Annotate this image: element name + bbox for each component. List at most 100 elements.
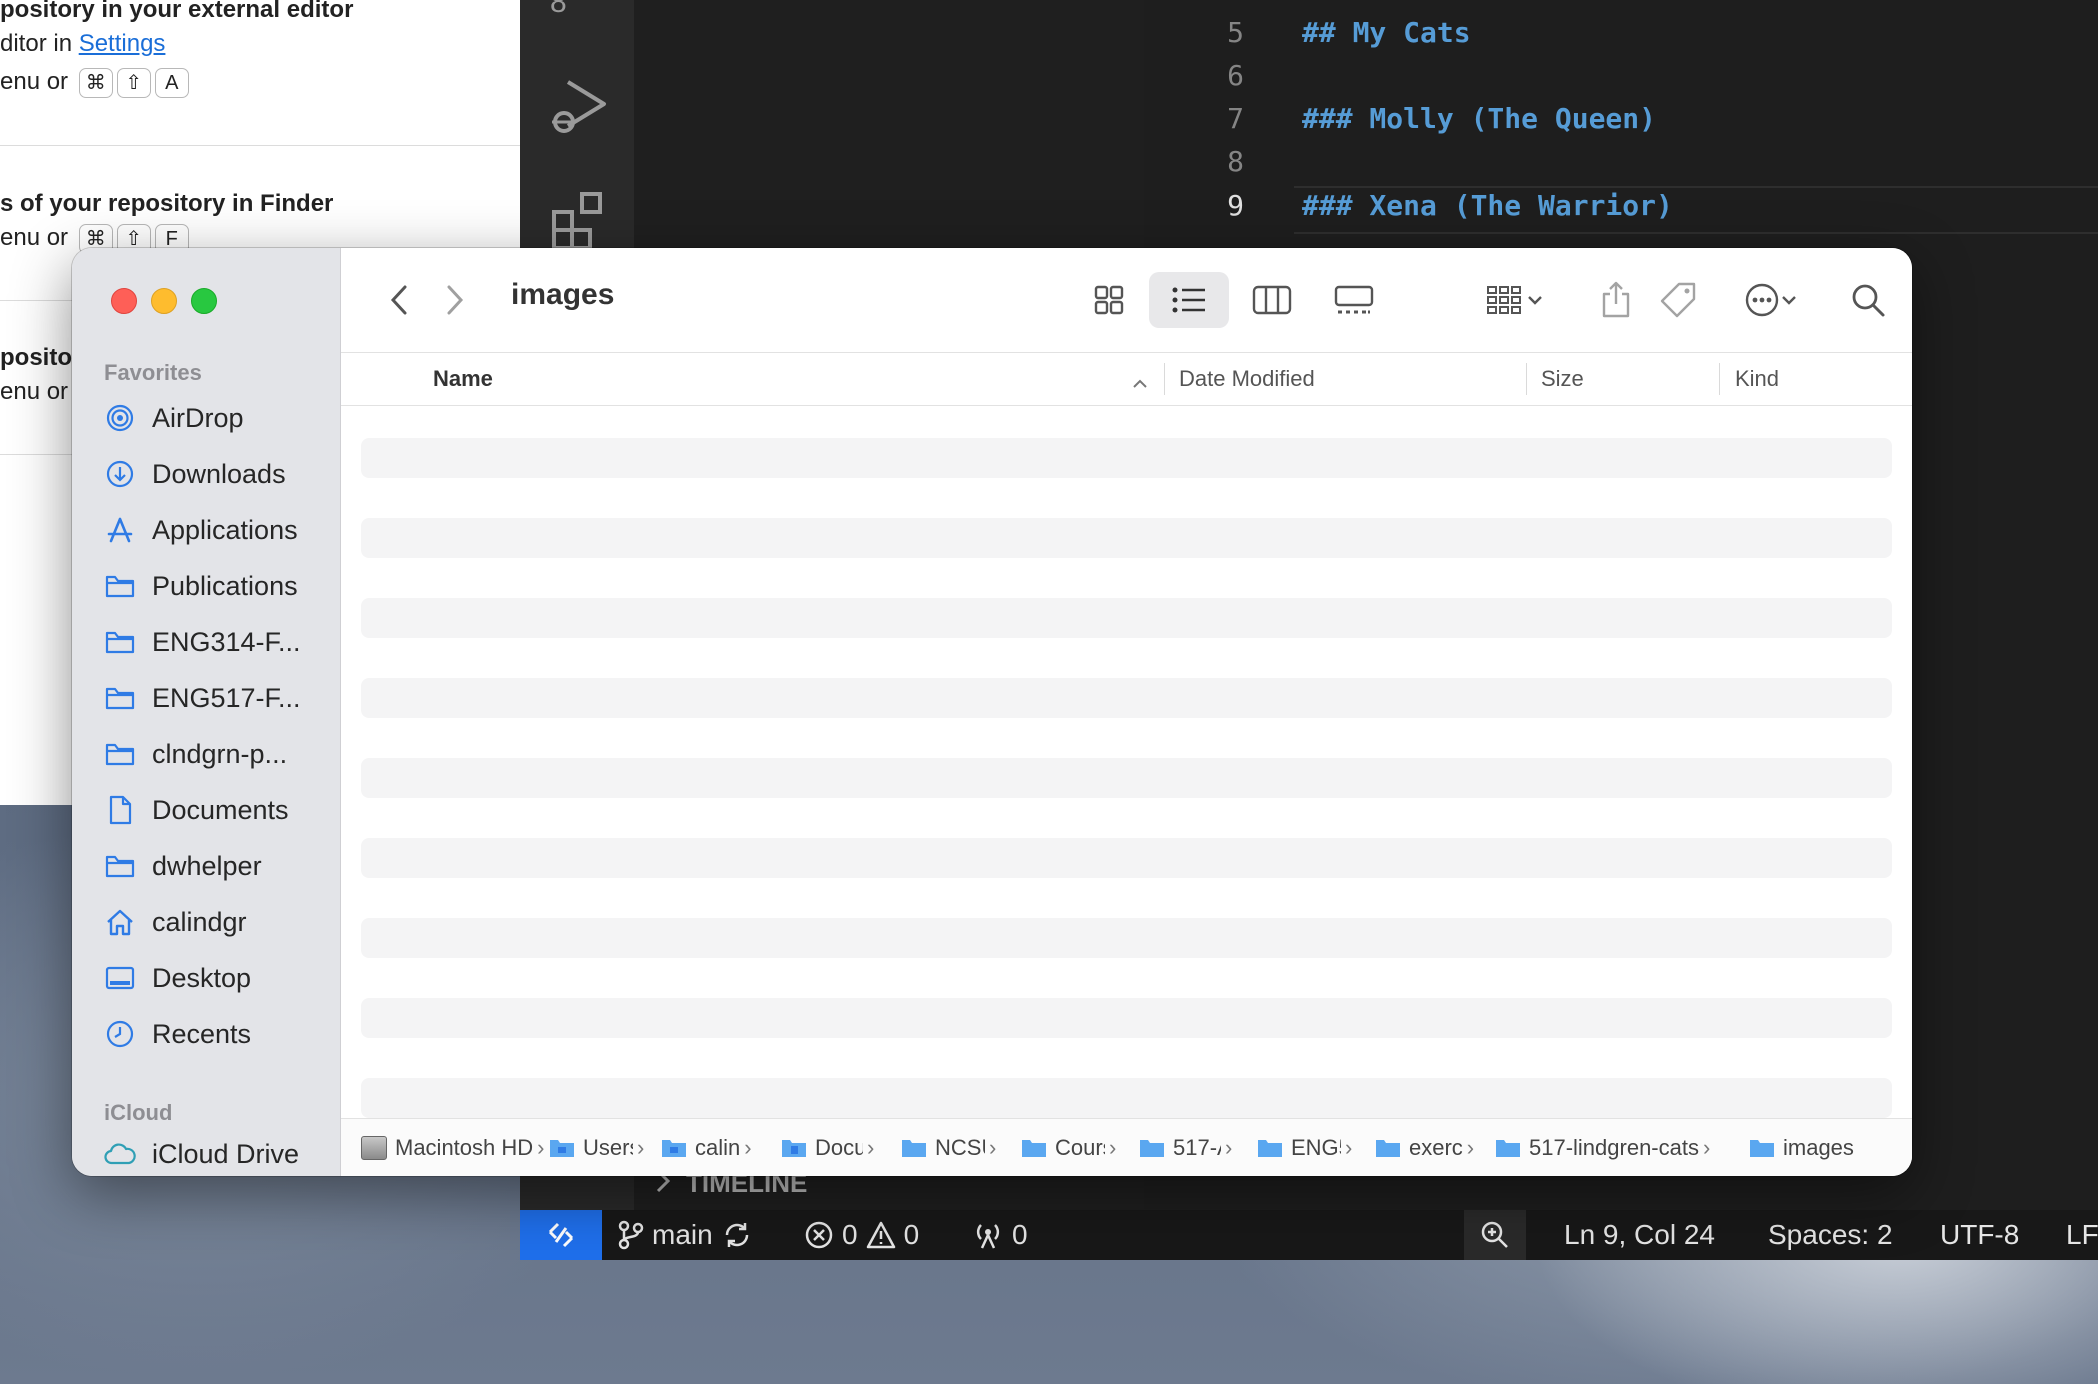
shortcut-prefix: enu or [0, 224, 69, 251]
zoom-button[interactable] [191, 288, 217, 314]
path-item-user-home[interactable]: calin › [661, 1119, 761, 1176]
close-button[interactable] [111, 288, 137, 314]
path-item-eng5[interactable]: ENG5› [1257, 1119, 1361, 1176]
path-item-label: NCSU [935, 1135, 985, 1160]
column-divider[interactable] [1719, 363, 1720, 395]
path-item-exercises[interactable]: exerc › [1375, 1119, 1483, 1176]
encoding[interactable]: UTF-8 [1940, 1210, 2019, 1260]
column-header-size[interactable]: Size [1541, 353, 1584, 405]
indentation[interactable]: Spaces: 2 [1768, 1210, 1893, 1260]
line-ending[interactable]: LF [2066, 1210, 2098, 1260]
gallery-view-button[interactable] [1323, 272, 1385, 328]
column-divider[interactable] [1526, 363, 1527, 395]
sidebar-item-label: iCloud Drive [152, 1138, 300, 1169]
tags-button[interactable] [1651, 272, 1705, 328]
sidebar-item-publications[interactable]: Publications [104, 560, 334, 612]
ports-count: 0 [1012, 1219, 1028, 1250]
path-item-documents[interactable]: Docu › [781, 1119, 885, 1176]
folder-icon [1375, 1138, 1401, 1158]
sidebar-item-clndgrn[interactable]: clndgrn-p... [104, 728, 334, 780]
error-icon [805, 1221, 833, 1249]
sidebar-item-icloud-drive[interactable]: iCloud Drive [104, 1128, 334, 1176]
list-row-stripe [361, 518, 1892, 558]
folder-icon [1139, 1138, 1165, 1158]
path-item-macintosh-hd[interactable]: Macintosh HD › [361, 1119, 544, 1176]
share-button[interactable] [1591, 272, 1641, 328]
folder-icon [104, 850, 136, 882]
path-item-label: exerc [1409, 1135, 1463, 1160]
forward-button[interactable] [435, 272, 475, 328]
sidebar-item-applications[interactable]: Applications [104, 504, 334, 556]
sidebar-item-documents[interactable]: Documents [104, 784, 334, 836]
line-number: 7 [1227, 102, 1244, 135]
sidebar-item-downloads[interactable]: Downloads [104, 448, 334, 500]
problems-indicator[interactable]: 0 0 [804, 1210, 919, 1260]
settings-link[interactable]: Settings [79, 30, 166, 57]
column-view-button[interactable] [1241, 272, 1303, 328]
run-debug-icon[interactable] [548, 74, 612, 143]
back-button[interactable] [379, 272, 419, 328]
list-row-stripe [361, 998, 1892, 1038]
path-item-label: 517-lindgren-cats [1529, 1135, 1699, 1160]
remote-indicator[interactable] [520, 1210, 602, 1260]
sort-ascending-icon[interactable] [1131, 371, 1149, 397]
chevron-right-icon: › [744, 1135, 752, 1160]
search-button[interactable] [1841, 272, 1895, 328]
column-divider[interactable] [1164, 363, 1165, 395]
path-item-label: Cours [1055, 1135, 1105, 1160]
columns-icon [1252, 285, 1292, 315]
line-number: 8 [1227, 145, 1244, 178]
path-item-517-lindgren-cats[interactable]: 517-lindgren-cats › [1495, 1119, 1710, 1176]
sidebar-item-eng517[interactable]: ENG517-F... [104, 672, 334, 724]
path-item-517-a[interactable]: 517-A› [1139, 1119, 1243, 1176]
column-header-kind[interactable]: Kind [1735, 353, 1779, 405]
sidebar-item-calindgr[interactable]: calindgr [104, 896, 334, 948]
list-row-stripe [361, 838, 1892, 878]
path-bar: Macintosh HD› Users› calin› Docu› NCSU› … [341, 1118, 1912, 1176]
list-row-stripe [361, 1078, 1892, 1118]
sidebar-item-label: Documents [152, 794, 289, 825]
sidebar-item-airdrop[interactable]: AirDrop [104, 392, 334, 444]
folder-icon [1749, 1138, 1775, 1158]
sidebar-item-eng314[interactable]: ENG314-F... [104, 616, 334, 668]
column-header-name[interactable]: Name [433, 353, 493, 405]
sidebar-item-label: Applications [152, 514, 298, 545]
icon-view-button[interactable] [1081, 272, 1137, 328]
file-list[interactable] [341, 406, 1912, 1118]
sync-icon[interactable] [721, 1219, 753, 1251]
path-item-images[interactable]: images [1749, 1119, 1854, 1176]
branch-indicator[interactable]: main [618, 1210, 753, 1260]
column-header-date-modified[interactable]: Date Modified [1179, 353, 1315, 405]
branch-icon [618, 1220, 644, 1250]
chevron-right-icon: › [537, 1135, 545, 1160]
cursor-position[interactable]: Ln 9, Col 24 [1564, 1210, 1715, 1260]
column-header-row: Name Date Modified Size Kind [341, 353, 1912, 406]
shortcut-prefix: enu or [0, 68, 69, 95]
sidebar-item-dwhelper[interactable]: dwhelper [104, 840, 334, 892]
path-item-users[interactable]: Users› [549, 1119, 649, 1176]
folder-icon [781, 1138, 807, 1158]
ports-indicator[interactable]: 0 [972, 1210, 1028, 1260]
open-in-editor-section: pository in your external editor ditor i… [0, 0, 520, 98]
section-divider [0, 145, 520, 146]
favorites-header: Favorites [104, 360, 202, 385]
chevron-right-icon: › [989, 1135, 997, 1160]
action-menu-button[interactable] [1731, 272, 1811, 328]
open-in-editor-title: pository in your external editor [0, 0, 354, 23]
minimize-button[interactable] [151, 288, 177, 314]
list-view-button[interactable] [1149, 272, 1229, 328]
sidebar-item-desktop[interactable]: Desktop [104, 952, 334, 1004]
broadcast-icon [976, 1224, 1000, 1249]
status-bar: main 0 0 0 Ln 9, Col 24 Spaces: 2 UTF-8 … [520, 1210, 2098, 1260]
sidebar-item-label: dwhelper [152, 850, 262, 881]
line-number: 5 [1227, 16, 1244, 49]
path-item-courses[interactable]: Cours› [1021, 1119, 1125, 1176]
path-item-ncsu[interactable]: NCSU› [901, 1119, 1001, 1176]
sidebar-item-recents[interactable]: Recents [104, 1008, 334, 1060]
zoom-indicator[interactable] [1464, 1210, 1526, 1260]
group-by-button[interactable] [1475, 272, 1555, 328]
sidebar-item-label: ENG517-F... [152, 682, 301, 713]
sidebar-item-label: ENG314-F... [152, 626, 301, 657]
warning-count: 0 [903, 1219, 920, 1250]
share-icon [1602, 281, 1630, 318]
